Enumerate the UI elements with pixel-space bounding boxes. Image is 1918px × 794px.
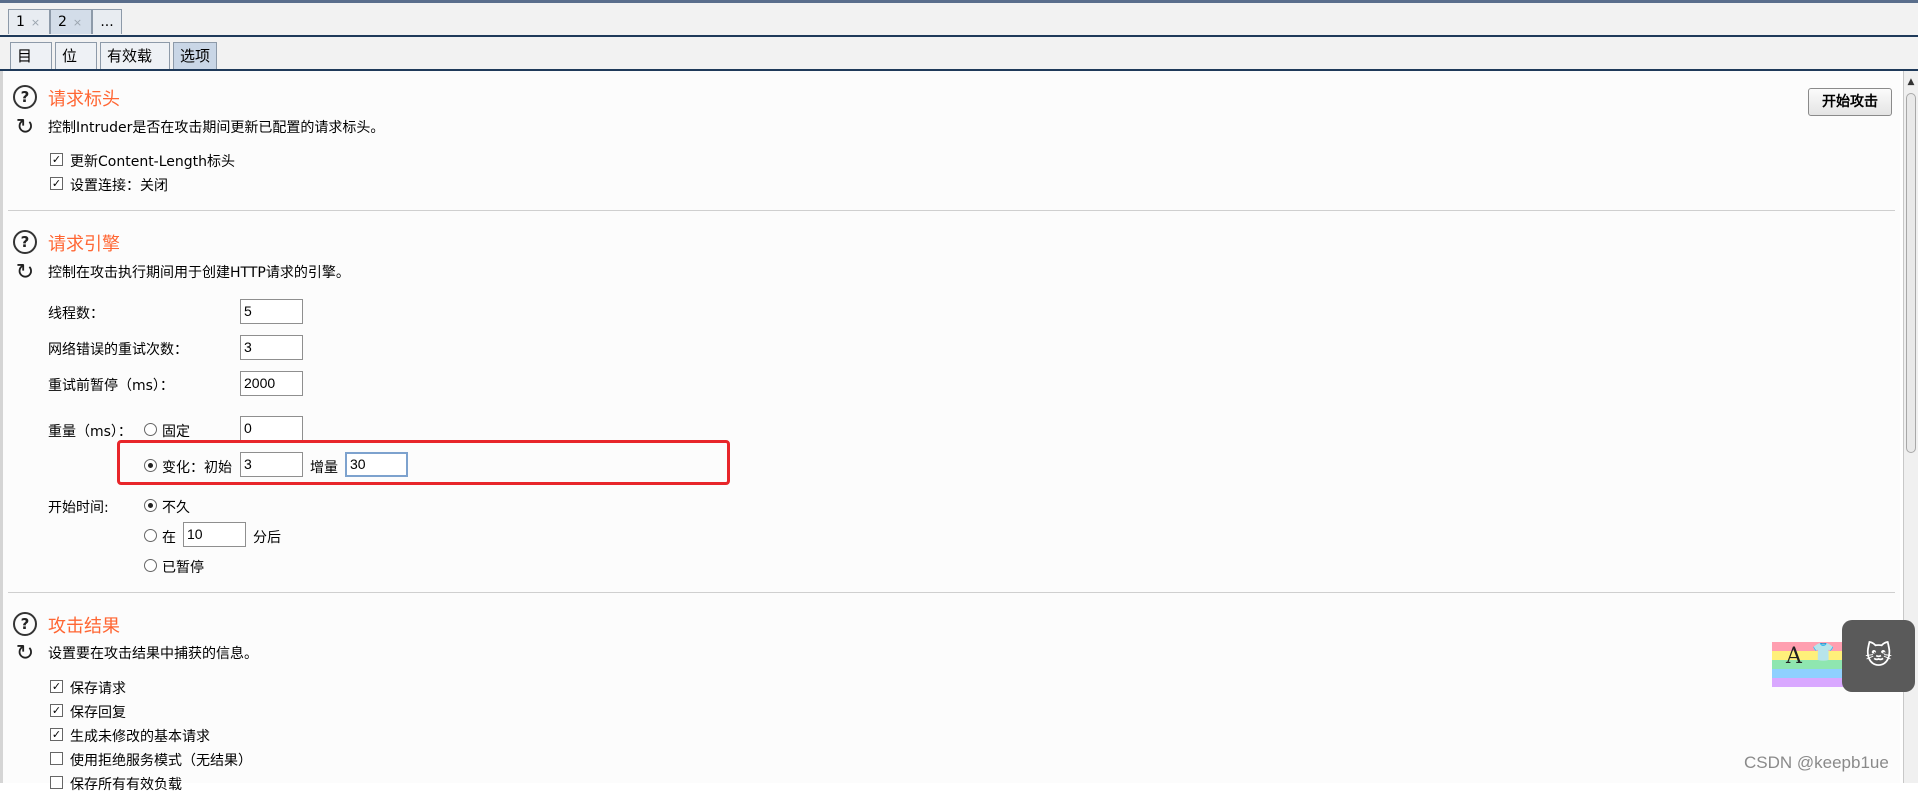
start-attack-button[interactable]: 开始攻击 <box>1808 88 1892 116</box>
tab-attack-2[interactable]: 2 × <box>50 9 92 34</box>
store-responses-checkbox[interactable]: ✓ <box>50 704 63 717</box>
font-a-icon: A <box>1786 644 1802 669</box>
checkbox-label: 更新Content-Length标头 <box>70 154 236 170</box>
restore-defaults-icon[interactable]: ↻ <box>13 116 37 140</box>
section-title-request-headers: 请求标头 <box>48 89 120 110</box>
threads-input[interactable]: 5 <box>240 299 303 324</box>
checkbox-label: 使用拒绝服务模式（无结果） <box>70 753 252 769</box>
restore-defaults-icon[interactable]: ↻ <box>13 642 37 666</box>
start-in-radio[interactable] <box>144 529 157 542</box>
store-requests-checkbox[interactable]: ✓ <box>50 680 63 693</box>
throttle-fixed-label: 固定 <box>162 424 190 440</box>
start-in-suffix: 分后 <box>253 530 281 546</box>
start-immediately-label: 不久 <box>162 500 190 516</box>
start-paused-radio[interactable] <box>144 559 157 572</box>
tab-target[interactable]: 目标 <box>10 42 52 92</box>
floating-mascot-widget[interactable]: A 👕 🐱 <box>1772 620 1918 692</box>
start-in-label: 在 <box>162 530 176 546</box>
retries-label: 网络错误的重试次数： <box>48 342 188 358</box>
checkbox-label: 保存所有有效负载 <box>70 777 182 793</box>
throttle-fixed-input[interactable]: 0 <box>240 416 303 441</box>
section-title-request-engine: 请求引擎 <box>48 234 120 255</box>
pause-before-retry-input[interactable]: 2000 <box>240 371 303 396</box>
update-content-length-checkbox[interactable]: ✓ <box>50 153 63 166</box>
section-description: 设置要在攻击结果中捕获的信息。 <box>48 646 258 662</box>
checkbox-label: 保存请求 <box>70 681 126 697</box>
start-paused-label: 已暂停 <box>162 560 204 576</box>
section-description: 控制Intruder是否在攻击期间更新已配置的请求标头。 <box>48 120 385 136</box>
attack-tab-bar: 1 × 2 × ... <box>0 3 1918 37</box>
checkbox-label: 设置连接：关闭 <box>70 178 168 194</box>
tab-new[interactable]: ... <box>92 9 122 34</box>
highlight-annotation-box <box>117 440 730 485</box>
section-divider <box>8 592 1895 593</box>
threads-label: 线程数： <box>48 306 104 322</box>
throttle-fixed-radio[interactable] <box>144 423 157 436</box>
help-icon[interactable]: ? <box>13 612 37 636</box>
section-title-attack-results: 攻击结果 <box>48 616 120 637</box>
denial-of-service-mode-checkbox[interactable] <box>50 752 63 765</box>
checkbox-label: 生成未修改的基本请求 <box>70 729 210 745</box>
help-icon[interactable]: ? <box>13 85 37 109</box>
tab-positions[interactable]: 位置 <box>55 42 97 92</box>
tab-attack-1[interactable]: 1 × <box>8 9 50 34</box>
retries-input[interactable]: 3 <box>240 335 303 360</box>
help-icon[interactable]: ? <box>13 230 37 254</box>
watermark: CSDN @keepb1ue <box>1744 753 1889 772</box>
shirt-icon: 👕 <box>1812 642 1835 663</box>
tab-label: 1 <box>16 14 25 30</box>
start-in-minutes-input[interactable]: 10 <box>183 522 246 547</box>
tab-options[interactable]: 选项 <box>173 42 217 69</box>
intruder-sub-tab-bar: 目标 位置 有效载荷 选项 <box>0 37 1918 92</box>
tab-payloads[interactable]: 有效载荷 <box>100 42 170 92</box>
throttle-label: 重量（ms）： <box>48 424 132 440</box>
tab-label: ... <box>100 14 114 30</box>
make-unmodified-baseline-checkbox[interactable]: ✓ <box>50 728 63 741</box>
section-divider <box>8 210 1895 211</box>
scrollbar-thumb[interactable] <box>1906 93 1916 453</box>
tab-label: 2 <box>58 14 67 30</box>
checkbox-label: 保存回复 <box>70 705 126 721</box>
restore-defaults-icon[interactable]: ↻ <box>13 261 37 285</box>
section-description: 控制在攻击执行期间用于创建HTTP请求的引擎。 <box>48 265 350 281</box>
start-immediately-radio[interactable] <box>144 499 157 512</box>
close-icon[interactable]: × <box>31 16 40 29</box>
pause-before-retry-label: 重试前暂停（ms）： <box>48 378 174 394</box>
set-connection-close-checkbox[interactable]: ✓ <box>50 177 63 190</box>
close-icon[interactable]: × <box>73 16 82 29</box>
scroll-up-arrow-icon[interactable]: ▲ <box>1906 75 1916 89</box>
cat-avatar-icon: 🐱 <box>1842 620 1915 692</box>
start-time-label: 开始时间: <box>48 500 109 516</box>
